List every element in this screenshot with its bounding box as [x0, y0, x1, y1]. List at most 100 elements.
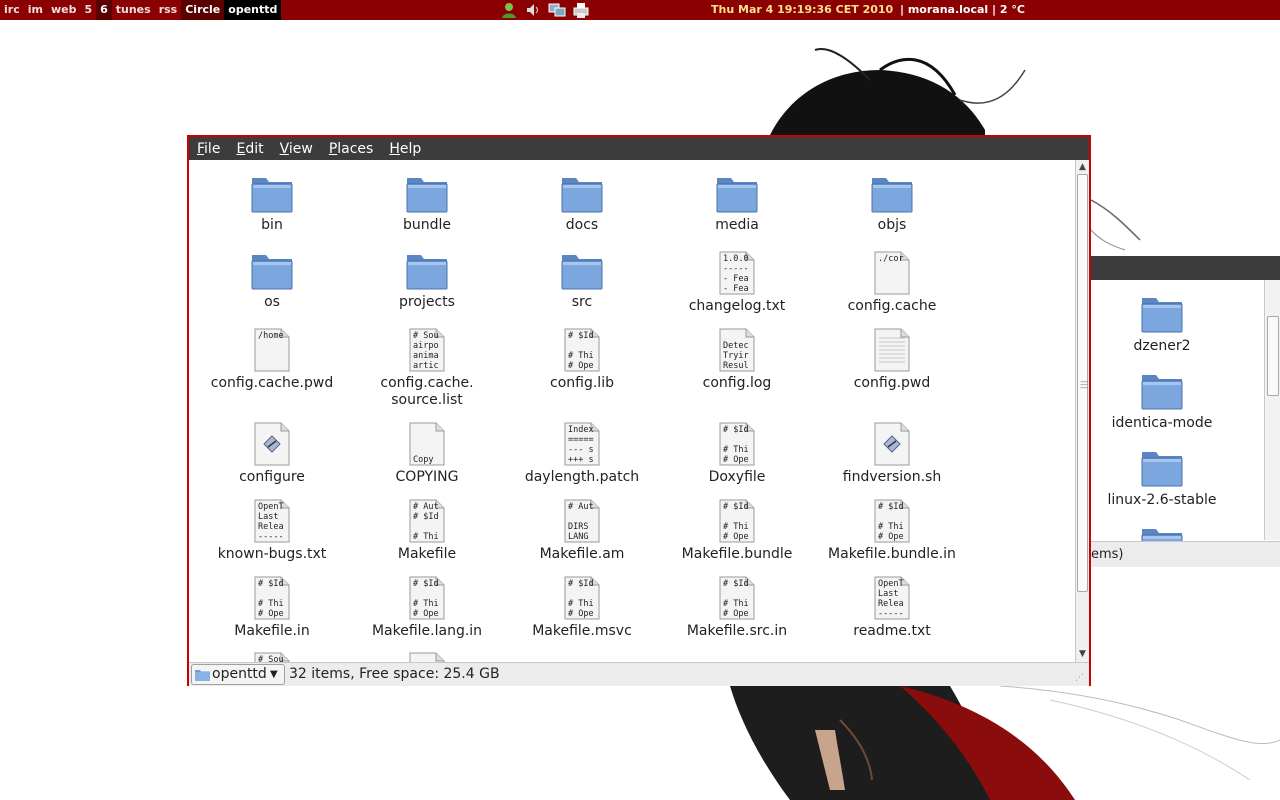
item-label: docs: [565, 217, 599, 233]
file-item[interactable]: configure: [197, 422, 347, 486]
item-label: known-bugs.txt: [217, 546, 327, 562]
icon-view[interactable]: bin bundle docs media objs os projects src 1.0.0…: [189, 160, 1075, 662]
network-icon[interactable]: [548, 1, 566, 19]
file-item[interactable]: config.pwd: [817, 328, 967, 392]
file-item[interactable]: ./cor config.cache: [817, 251, 967, 315]
file-preview-line: # Thi: [878, 522, 904, 532]
menu-edit[interactable]: Edit: [228, 137, 271, 160]
file-item[interactable]: # Aut # $Id # Thi Makefile: [352, 499, 502, 563]
vertical-scrollbar[interactable]: ▲ — — — ▼: [1075, 160, 1089, 662]
file-preview-line: # Ope: [413, 609, 439, 619]
item-label: config.cache. source.list: [380, 375, 474, 408]
tag-openttd[interactable]: openttd: [224, 0, 282, 20]
item-label: objs: [877, 217, 907, 233]
text-file-icon: # $Id # Thi# Ope: [409, 576, 445, 620]
text-file-icon: Index=====--- s+++ s: [564, 422, 600, 466]
resize-grip-icon[interactable]: ⋰: [1075, 673, 1087, 685]
file-item[interactable]: findversion.sh: [817, 422, 967, 486]
menu-help[interactable]: Help: [381, 137, 429, 160]
file-item[interactable]: # $Id # Thi # Ope Doxyfile: [662, 422, 812, 486]
file-preview-line: # Sou: [258, 655, 284, 662]
file-item[interactable]: # $Id # Thi # Ope Makefile.msvc: [507, 576, 657, 640]
folder-item[interactable]: os: [197, 251, 347, 311]
file-item[interactable]: # $Id # Thi # Ope config.lib: [507, 328, 657, 392]
file-item[interactable]: /home config.cache.pwd: [197, 328, 347, 392]
tag-web[interactable]: web: [47, 0, 81, 20]
folder-item[interactable]: src: [507, 251, 657, 311]
file-preview-line: +++ s: [568, 455, 594, 465]
file-preview-line: airpo: [413, 341, 439, 351]
tag-irc[interactable]: irc: [0, 0, 24, 20]
file-item[interactable]: Copy COPYING: [352, 422, 502, 486]
file-preview-line: # Ope: [878, 532, 904, 542]
file-preview-line: -----: [258, 532, 284, 542]
file-item[interactable]: Index ===== --- s +++ s daylength.patch: [507, 422, 657, 486]
printer-icon[interactable]: [572, 1, 590, 19]
tag-5[interactable]: 5: [80, 0, 96, 20]
folder-item[interactable]: projects: [352, 251, 502, 311]
user-icon[interactable]: [500, 1, 518, 19]
scrollbar-thumb[interactable]: — — —: [1077, 174, 1088, 592]
file-item[interactable]: [352, 652, 502, 662]
folder-icon: [716, 178, 758, 213]
text-file-icon: DetecTryirResul: [719, 328, 755, 372]
scroll-up-arrow[interactable]: ▲: [1077, 161, 1088, 173]
location-label: openttd: [212, 666, 267, 682]
file-preview-line: OpenT: [878, 579, 904, 589]
folder-item[interactable]: media: [662, 174, 812, 234]
item-label: Makefile.lang.in: [371, 623, 483, 639]
background-folder-item[interactable]: identica-mode: [1092, 371, 1232, 431]
file-item[interactable]: # $Id # Thi # Ope Makefile.bundle: [662, 499, 812, 563]
folder-icon: [251, 178, 293, 213]
text-file-icon: OpenTLastRelea-----: [874, 576, 910, 620]
file-preview-line: # Thi: [723, 599, 749, 609]
folder-item[interactable]: docs: [507, 174, 657, 234]
scroll-down-arrow[interactable]: ▼: [1077, 648, 1088, 660]
background-file-manager-window[interactable]: dzener2 identica-mode linux-2.6-stable ems…: [1091, 256, 1280, 567]
menu-view[interactable]: View: [272, 137, 321, 160]
file-item[interactable]: 1.0.0 ----- - Fea - Fea changelog.txt: [662, 251, 812, 315]
file-item[interactable]: # Sou airpo anima artic config.cache. source…: [352, 328, 502, 409]
file-manager-window[interactable]: File Edit View Places Help bin bundle docs medi…: [187, 135, 1091, 686]
folder-item[interactable]: bin: [197, 174, 347, 234]
file-item[interactable]: # $Id # Thi # Ope Makefile.lang.in: [352, 576, 502, 640]
background-scrollbar[interactable]: [1264, 280, 1280, 540]
background-folder-item[interactable]: linux-2.6-stable: [1092, 448, 1232, 508]
volume-icon[interactable]: [524, 1, 542, 19]
file-preview-line: # $Id: [413, 579, 439, 589]
file-preview-line: Copy: [413, 455, 433, 465]
file-item[interactable]: Detec Tryir Resul config.log: [662, 328, 812, 392]
file-item[interactable]: OpenT Last Relea ----- known-bugs.txt: [197, 499, 347, 563]
tag-tunes[interactable]: tunes: [112, 0, 155, 20]
file-item[interactable]: # $Id # Thi # Ope Makefile.bundle.in: [817, 499, 967, 563]
folder-item[interactable]: objs: [817, 174, 967, 234]
file-preview-line: anima: [413, 351, 439, 361]
menu-places[interactable]: Places: [321, 137, 382, 160]
background-scrollbar-thumb[interactable]: [1267, 316, 1279, 396]
text-file-icon: # Aut DIRSLANG: [564, 499, 600, 543]
item-label: readme.txt: [853, 623, 931, 639]
file-item[interactable]: # $Id # Thi # Ope Makefile.src.in: [662, 576, 812, 640]
file-item[interactable]: # Aut DIRS LANG Makefile.am: [507, 499, 657, 563]
file-preview-line: # $Id: [723, 579, 749, 589]
tag-im[interactable]: im: [24, 0, 47, 20]
file-preview-line: # $Id: [723, 425, 749, 435]
item-label: config.pwd: [853, 375, 931, 391]
tag-circle[interactable]: Circle: [181, 0, 225, 20]
chevron-down-icon: ▼: [270, 669, 278, 680]
file-preview-line: # Thi: [258, 599, 284, 609]
file-item[interactable]: # Sou: [197, 652, 347, 662]
file-preview-line: 1.0.0: [723, 254, 749, 264]
tag-rss[interactable]: rss: [155, 0, 182, 20]
text-file-icon: # $Id # Thi# Ope: [564, 328, 600, 372]
item-label: config.lib: [550, 375, 614, 391]
menu-file[interactable]: File: [189, 137, 228, 160]
tag-6[interactable]: 6: [96, 0, 112, 20]
file-item[interactable]: OpenT Last Relea ----- readme.txt: [817, 576, 967, 640]
background-folder-item[interactable]: dzener2: [1092, 294, 1232, 354]
location-dropdown[interactable]: openttd ▼: [191, 664, 285, 685]
file-item[interactable]: # $Id # Thi # Ope Makefile.in: [197, 576, 347, 640]
file-preview-line: -----: [878, 609, 904, 619]
folder-item[interactable]: bundle: [352, 174, 502, 234]
file-preview-line: # Thi: [413, 599, 439, 609]
